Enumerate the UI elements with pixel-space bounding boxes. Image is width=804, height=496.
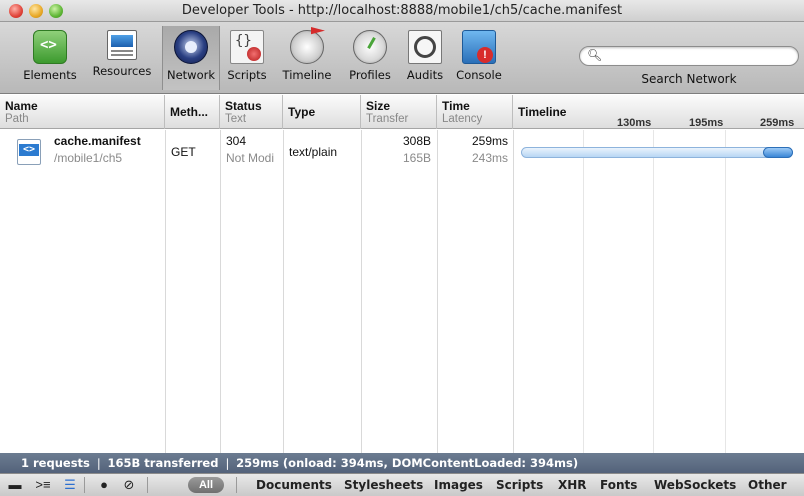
column-divider (513, 130, 514, 453)
window-title: Developer Tools - http://localhost:8888/… (181, 3, 623, 18)
request-status-cell: 304 Not Modi (226, 134, 282, 165)
search-icon: 🔍︎ (587, 48, 603, 62)
column-header-transfer-label: Transfer (366, 113, 409, 125)
column-divider (361, 130, 362, 453)
column-divider (437, 130, 438, 453)
search-network-field[interactable]: 🔍︎ (579, 46, 799, 66)
filter-images[interactable]: Images (434, 478, 483, 492)
toolbar-console-label: Console (456, 68, 502, 82)
toolbar-elements-label: Elements (23, 68, 77, 82)
column-header-latency-label: Latency (442, 113, 483, 125)
request-status-text: Not Modi (226, 151, 275, 165)
toolbar-timeline-button[interactable]: Timeline (276, 26, 338, 90)
request-path: /mobile1/ch5 (54, 151, 123, 165)
filter-other[interactable]: Other (748, 478, 787, 492)
resources-icon (107, 30, 137, 60)
toolbar-scripts-label: Scripts (227, 68, 267, 82)
network-grid-body: cache.manifest /mobile1/ch5 GET 304 Not … (0, 130, 804, 453)
request-size-cell: 308B 165B (365, 134, 431, 165)
toolbar-audits-button[interactable]: Audits (400, 26, 450, 90)
network-icon (174, 30, 208, 64)
dock-to-main-icon[interactable]: ▬ (5, 477, 25, 493)
search-network-input[interactable] (602, 48, 792, 64)
toolbar-divider (147, 477, 148, 493)
toolbar-console-button[interactable]: Console (452, 26, 506, 90)
window-titlebar: Developer Tools - http://localhost:8888/… (0, 0, 804, 22)
timeline-gridline (653, 130, 654, 453)
table-row[interactable]: cache.manifest /mobile1/ch5 GET 304 Not … (0, 130, 804, 174)
column-header-status-label: Status (225, 99, 262, 113)
column-header-path-label: Path (5, 113, 29, 125)
request-size: 308B (402, 134, 431, 148)
filter-scripts[interactable]: Scripts (496, 478, 543, 492)
toolbar-audits-label: Audits (406, 68, 444, 82)
toolbar-profiles-label: Profiles (349, 68, 391, 82)
request-timeline-receiving-segment (763, 147, 793, 158)
request-name-cell: cache.manifest /mobile1/ch5 (54, 134, 162, 165)
console-icon (462, 30, 496, 64)
column-header-size-label: Size (366, 99, 391, 113)
request-transfer: 165B (402, 151, 431, 165)
column-header-text-label: Text (225, 113, 247, 125)
column-divider (220, 130, 221, 453)
timeline-tick-label: 259ms (760, 117, 795, 129)
toolbar-scripts-button[interactable]: Scripts (222, 26, 272, 90)
request-status: 304 (226, 134, 247, 148)
column-header-type[interactable]: Type (283, 95, 361, 129)
filter-stylesheets[interactable]: Stylesheets (344, 478, 423, 492)
timeline-tick-label: 195ms (689, 117, 724, 129)
column-header-time[interactable]: Time Latency (437, 95, 513, 129)
toolbar-divider (236, 477, 237, 493)
timeline-gridline (583, 130, 584, 453)
audits-icon (408, 30, 442, 64)
toolbar-resources-button[interactable]: Resources (88, 26, 156, 90)
request-name[interactable]: cache.manifest (54, 134, 141, 148)
toolbar-divider (84, 477, 85, 493)
timeline-tick-label: 130ms (617, 117, 652, 129)
column-header-type-label: Type (288, 105, 316, 119)
toolbar-elements-button[interactable]: Elements (14, 26, 86, 90)
request-type: text/plain (289, 145, 338, 159)
large-resources-toggle-icon[interactable]: ☰ (60, 477, 80, 493)
column-divider (283, 130, 284, 453)
filter-documents[interactable]: Documents (256, 478, 332, 492)
request-latency: 243ms (471, 151, 508, 165)
request-method: GET (171, 145, 196, 159)
column-header-method[interactable]: Meth... (165, 95, 220, 129)
filter-xhr[interactable]: XHR (558, 478, 587, 492)
column-divider (165, 130, 166, 453)
timeline-gridline (725, 130, 726, 453)
elements-icon (33, 30, 67, 64)
filter-all-button[interactable]: All (188, 477, 224, 493)
column-header-time-label: Time (442, 99, 470, 113)
column-header-size[interactable]: Size Transfer (361, 95, 437, 129)
request-time: 259ms (471, 134, 508, 148)
column-header-method-label: Meth... (170, 105, 208, 119)
column-header-name[interactable]: Name Path (0, 95, 165, 129)
toolbar-network-button[interactable]: Network (162, 26, 220, 90)
record-icon[interactable]: ● (94, 477, 114, 493)
request-time-cell: 259ms 243ms (441, 134, 508, 165)
manifest-file-icon (17, 139, 41, 165)
search-network-label: Search Network (641, 72, 737, 86)
request-timeline-bar (521, 147, 793, 158)
filter-websockets[interactable]: WebSockets (654, 478, 736, 492)
filter-fonts[interactable]: Fonts (600, 478, 637, 492)
profiles-icon (353, 30, 387, 64)
network-grid-header: Name Path Meth... Status Text Type Size … (0, 95, 804, 129)
clear-icon[interactable]: ⊘ (119, 477, 139, 493)
toolbar-timeline-label: Timeline (282, 68, 332, 82)
toolbar-network-label: Network (166, 68, 216, 82)
column-header-name-label: Name (5, 99, 38, 113)
column-header-status[interactable]: Status Text (220, 95, 283, 129)
scripts-icon (230, 30, 264, 64)
toolbar-resources-label: Resources (92, 64, 152, 78)
column-header-timeline-label: Timeline (518, 105, 567, 119)
toolbar-profiles-button[interactable]: Profiles (342, 26, 398, 90)
timeline-icon (290, 30, 324, 64)
bottom-toolbar: ▬ >≡ ☰ ● ⊘ All Documents Stylesheets Ima… (0, 473, 804, 496)
show-console-icon[interactable]: >≡ (33, 477, 53, 493)
network-summary-bar: 1 requests ❘ 165B transferred ❘ 259ms (o… (0, 453, 804, 473)
